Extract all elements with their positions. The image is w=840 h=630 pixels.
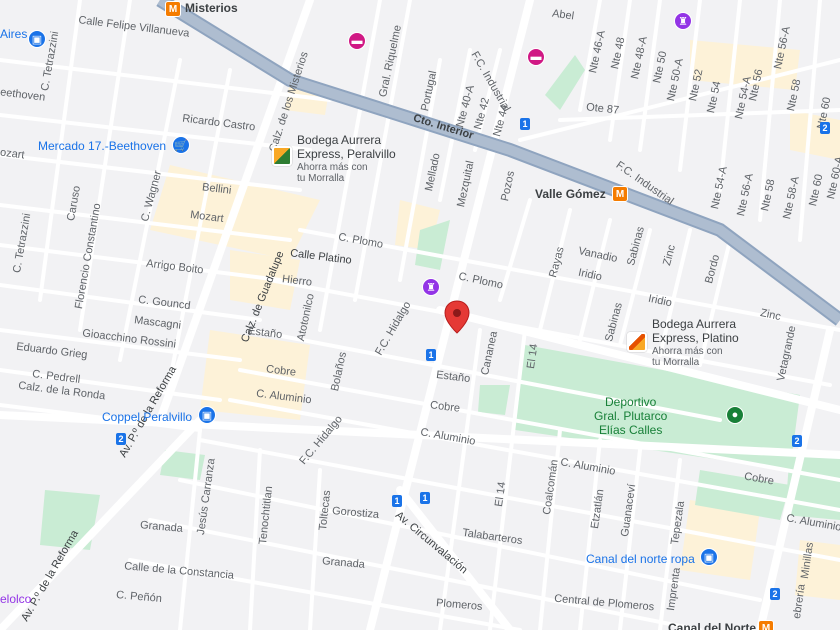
bag-icon[interactable]: ▣ bbox=[700, 548, 718, 566]
landmark-icon[interactable]: ♜ bbox=[674, 12, 692, 30]
poi-subtitle-line: tu Morralla bbox=[652, 357, 700, 369]
bed-icon[interactable]: ▬ bbox=[348, 32, 366, 50]
route-shield: 1 bbox=[392, 495, 402, 507]
bag-icon[interactable]: ▣ bbox=[28, 30, 46, 48]
route-shield: 1 bbox=[520, 118, 530, 130]
poi-label-mercado[interactable]: Mercado 17.-Beethoven bbox=[38, 139, 166, 154]
park-name-line: Gral. Plutarco bbox=[594, 408, 668, 423]
poi-label-canal-ropa[interactable]: Canal del norte ropa bbox=[586, 552, 695, 567]
poi-label-bodega-peralvillo[interactable]: Bodega Aurrera Express, Peralvillo Ahorr… bbox=[297, 133, 396, 185]
poi-title-line: Express, Platino bbox=[652, 330, 739, 345]
store-logo-icon[interactable] bbox=[272, 146, 292, 166]
route-shield: 1 bbox=[420, 492, 430, 504]
metro-label-valle-gomez[interactable]: Valle Gómez bbox=[535, 187, 606, 202]
metro-label-canal-del-norte[interactable]: Canal del Norte bbox=[668, 621, 756, 630]
metro-station-icon[interactable]: M bbox=[612, 186, 628, 202]
metro-station-icon[interactable]: M bbox=[758, 620, 774, 630]
poi-title-line: Express, Peralvillo bbox=[297, 146, 396, 161]
park-icon[interactable]: ● bbox=[726, 406, 744, 424]
poi-label-bodega-platino[interactable]: Bodega Aurrera Express, Platino Ahorra m… bbox=[652, 317, 739, 369]
poi-label-coppel[interactable]: Coppel Peralvillo bbox=[102, 410, 192, 425]
metro-station-icon[interactable]: M bbox=[165, 1, 181, 17]
store-logo-icon[interactable] bbox=[627, 332, 647, 352]
park-name-line: Elías Calles bbox=[599, 422, 663, 437]
landmark-icon[interactable]: ♜ bbox=[422, 278, 440, 296]
poi-title-line: Bodega Aurrera bbox=[652, 317, 737, 331]
poi-title-line: Bodega Aurrera bbox=[297, 133, 382, 147]
bag-icon[interactable]: ▣ bbox=[198, 406, 216, 424]
metro-label-misterios[interactable]: Misterios bbox=[185, 1, 238, 16]
poi-label-belolco[interactable]: elolco bbox=[0, 592, 31, 607]
route-shield: 1 bbox=[426, 349, 436, 361]
poi-subtitle-line: Ahorra más con bbox=[297, 161, 368, 173]
route-shield: 2 bbox=[820, 122, 830, 134]
poi-subtitle-line: tu Morralla bbox=[297, 173, 345, 185]
route-shield: 2 bbox=[770, 588, 780, 600]
bed-icon[interactable]: ▬ bbox=[527, 48, 545, 66]
poi-label-aires[interactable]: Aires bbox=[0, 27, 27, 42]
cart-icon[interactable]: 🛒 bbox=[172, 136, 190, 154]
poi-subtitle-line: Ahorra más con bbox=[652, 345, 723, 357]
route-shield: 2 bbox=[116, 433, 126, 445]
route-shield: 2 bbox=[792, 435, 802, 447]
poi-label-deportivo[interactable]: Deportivo Gral. Plutarco Elías Calles bbox=[594, 395, 668, 437]
park-name-line: Deportivo bbox=[605, 395, 657, 409]
map-pin-icon[interactable] bbox=[444, 300, 470, 334]
map-canvas[interactable]: Calle Felipe Villanueva C. Tetrazzini ee… bbox=[0, 0, 840, 630]
